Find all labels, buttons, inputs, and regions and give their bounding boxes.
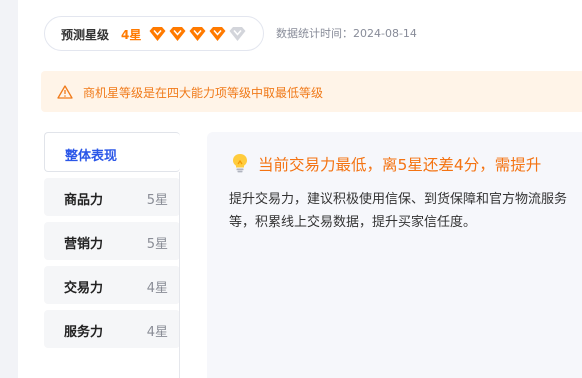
tab-transaction[interactable]: 交易力 4星 xyxy=(44,266,180,304)
tab-stars: 4星 xyxy=(146,281,168,296)
diamond-icon xyxy=(169,27,186,41)
tab-service[interactable]: 服务力 4星 xyxy=(44,310,180,348)
tab-overall[interactable]: 整体表现 xyxy=(44,132,180,172)
tab-label: 交易力 xyxy=(64,281,104,296)
diamond-icon xyxy=(189,27,206,41)
tab-label: 服务力 xyxy=(64,325,104,340)
notice-text: 商机星等级是在四大能力项等级中取最低等级 xyxy=(83,86,324,100)
diamond-icon xyxy=(229,27,246,41)
content-headline: 当前交易力最低，离5星还差4分，需提升 xyxy=(258,156,542,174)
predicted-rating-level: 4星 xyxy=(121,28,142,42)
tab-divider xyxy=(179,172,180,378)
tab-marketing[interactable]: 营销力 5星 xyxy=(44,222,180,260)
warning-icon xyxy=(57,85,73,99)
diamond-icon xyxy=(209,27,226,41)
tab-product[interactable]: 商品力 5星 xyxy=(44,178,180,216)
stat-time: 数据统计时间：2024-08-14 xyxy=(276,27,417,40)
tab-stars: 4星 xyxy=(146,325,168,340)
content-body: 提升交易力，建议积极使用信保、到货保障和官方物流服务等，积累线上交易数据，提升买… xyxy=(229,192,568,230)
tab-stars: 5星 xyxy=(146,237,168,252)
tab-label: 整体表现 xyxy=(65,149,118,164)
diamond-icon xyxy=(149,27,166,41)
tab-label: 营销力 xyxy=(64,237,104,252)
content-panel: 当前交易力最低，离5星还差4分，需提升 提升交易力，建议积极使用信保、到货保障和… xyxy=(207,132,582,378)
predicted-rating-title: 预测星级 xyxy=(61,28,110,42)
notice-banner: 商机星等级是在四大能力项等级中取最低等级 xyxy=(41,71,582,112)
tab-label: 商品力 xyxy=(64,193,104,208)
lightbulb-icon xyxy=(233,154,247,173)
tab-stars: 5星 xyxy=(146,193,168,208)
predicted-rating-pill: 预测星级 4星 xyxy=(44,16,264,51)
